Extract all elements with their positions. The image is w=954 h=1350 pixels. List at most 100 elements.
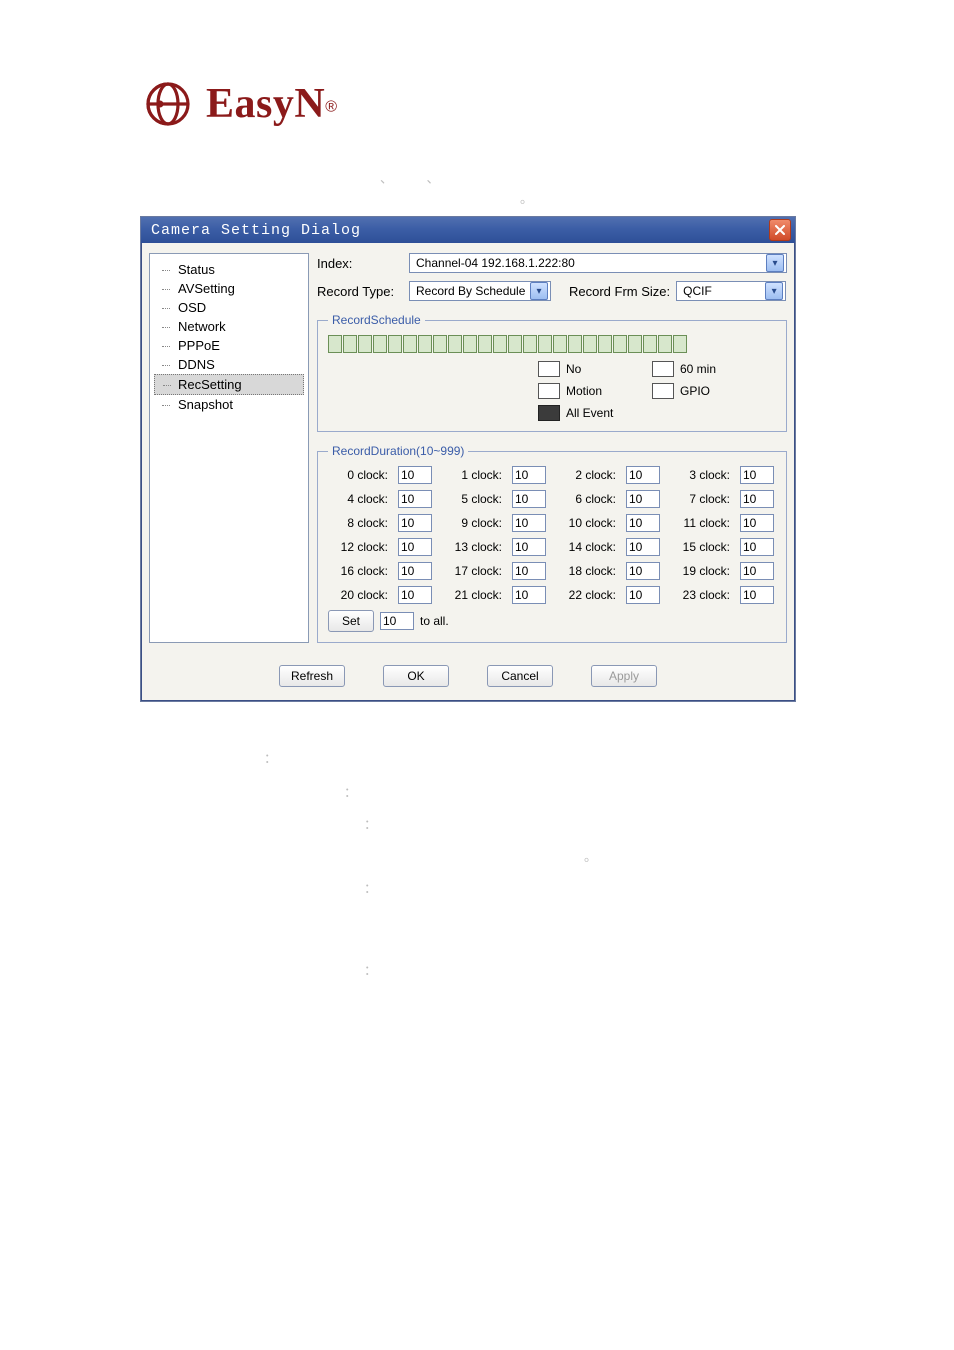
tree-item-pppoe[interactable]: PPPoE	[154, 336, 304, 355]
cancel-button[interactable]: Cancel	[487, 665, 553, 687]
legend-gpio: GPIO	[680, 384, 740, 398]
duration-label: 22 clock:	[556, 588, 618, 602]
schedule-cell[interactable]	[448, 335, 462, 353]
chevron-down-icon: ▾	[766, 254, 784, 272]
schedule-cell[interactable]	[583, 335, 597, 353]
record-frm-size-combo[interactable]: QCIF ▾	[676, 281, 786, 301]
schedule-cell[interactable]	[523, 335, 537, 353]
duration-label: 17 clock:	[442, 564, 504, 578]
schedule-cells[interactable]	[328, 335, 776, 353]
tree-item-network[interactable]: Network	[154, 317, 304, 336]
schedule-cell[interactable]	[658, 335, 672, 353]
record-frm-size-value: QCIF	[683, 284, 761, 298]
duration-input[interactable]	[740, 466, 774, 484]
duration-label: 10 clock:	[556, 516, 618, 530]
duration-label: 2 clock:	[556, 468, 618, 482]
duration-label: 20 clock:	[328, 588, 390, 602]
logo-text: EasyN	[206, 81, 325, 127]
duration-input[interactable]	[512, 514, 546, 532]
dialog-title: Camera Setting Dialog	[151, 222, 361, 239]
schedule-cell[interactable]	[388, 335, 402, 353]
duration-label: 11 clock:	[670, 516, 732, 530]
schedule-cell[interactable]	[643, 335, 657, 353]
duration-input[interactable]	[398, 514, 432, 532]
index-label: Index:	[317, 256, 403, 271]
duration-label: 18 clock:	[556, 564, 618, 578]
duration-input[interactable]	[626, 466, 660, 484]
schedule-cell[interactable]	[328, 335, 342, 353]
duration-input[interactable]	[626, 562, 660, 580]
duration-input[interactable]	[512, 586, 546, 604]
tree-item-osd[interactable]: OSD	[154, 298, 304, 317]
duration-input[interactable]	[512, 466, 546, 484]
index-value: Channel-04 192.168.1.222:80	[416, 256, 762, 270]
duration-input[interactable]	[512, 538, 546, 556]
schedule-legend: No 60 min Motion GPIO All Event	[538, 361, 776, 421]
duration-label: 12 clock:	[328, 540, 390, 554]
dialog-button-row: Refresh OK Cancel Apply	[141, 653, 795, 701]
record-duration-legend: RecordDuration(10~999)	[328, 444, 468, 458]
tree-item-snapshot[interactable]: Snapshot	[154, 395, 304, 414]
duration-input[interactable]	[740, 562, 774, 580]
record-schedule-legend: RecordSchedule	[328, 313, 425, 327]
legend-swatch-motion	[538, 383, 560, 399]
legend-motion: Motion	[566, 384, 646, 398]
duration-input[interactable]	[398, 562, 432, 580]
close-button[interactable]	[769, 219, 791, 241]
brand-logo: EasyN®	[140, 80, 814, 128]
duration-input[interactable]	[512, 490, 546, 508]
duration-input[interactable]	[398, 586, 432, 604]
refresh-button[interactable]: Refresh	[279, 665, 345, 687]
duration-input[interactable]	[740, 490, 774, 508]
to-all-label: to all.	[420, 614, 449, 628]
schedule-cell[interactable]	[508, 335, 522, 353]
set-all-button[interactable]: Set	[328, 610, 374, 632]
duration-label: 15 clock:	[670, 540, 732, 554]
tree-item-recsetting[interactable]: RecSetting	[154, 374, 304, 395]
schedule-cell[interactable]	[598, 335, 612, 353]
record-duration-group: RecordDuration(10~999) 0 clock:1 clock:2…	[317, 444, 787, 643]
schedule-cell[interactable]	[343, 335, 357, 353]
record-type-value: Record By Schedule	[416, 284, 526, 298]
schedule-cell[interactable]	[403, 335, 417, 353]
schedule-cell[interactable]	[673, 335, 687, 353]
schedule-cell[interactable]	[493, 335, 507, 353]
duration-input[interactable]	[512, 562, 546, 580]
duration-input[interactable]	[740, 538, 774, 556]
duration-input[interactable]	[626, 586, 660, 604]
tree-item-avsetting[interactable]: AVSetting	[154, 279, 304, 298]
duration-input[interactable]	[626, 490, 660, 508]
schedule-cell[interactable]	[628, 335, 642, 353]
duration-input[interactable]	[626, 514, 660, 532]
duration-label: 23 clock:	[670, 588, 732, 602]
logo-icon	[140, 80, 196, 128]
duration-input[interactable]	[740, 514, 774, 532]
duration-input[interactable]	[626, 538, 660, 556]
schedule-cell[interactable]	[418, 335, 432, 353]
set-all-value[interactable]	[380, 612, 414, 630]
duration-label: 19 clock:	[670, 564, 732, 578]
schedule-cell[interactable]	[433, 335, 447, 353]
schedule-cell[interactable]	[613, 335, 627, 353]
duration-label: 21 clock:	[442, 588, 504, 602]
record-type-combo[interactable]: Record By Schedule ▾	[409, 281, 551, 301]
ok-button[interactable]: OK	[383, 665, 449, 687]
legend-swatch-allevent	[538, 405, 560, 421]
duration-input[interactable]	[398, 490, 432, 508]
description-area: ： ： ： 。 ： ：	[140, 742, 814, 986]
duration-input[interactable]	[740, 586, 774, 604]
schedule-cell[interactable]	[358, 335, 372, 353]
duration-label: 3 clock:	[670, 468, 732, 482]
tree-item-status[interactable]: Status	[154, 260, 304, 279]
schedule-cell[interactable]	[463, 335, 477, 353]
schedule-cell[interactable]	[553, 335, 567, 353]
duration-input[interactable]	[398, 466, 432, 484]
duration-label: 16 clock:	[328, 564, 390, 578]
duration-input[interactable]	[398, 538, 432, 556]
tree-item-ddns[interactable]: DDNS	[154, 355, 304, 374]
schedule-cell[interactable]	[568, 335, 582, 353]
index-combo[interactable]: Channel-04 192.168.1.222:80 ▾	[409, 253, 787, 273]
schedule-cell[interactable]	[538, 335, 552, 353]
schedule-cell[interactable]	[478, 335, 492, 353]
schedule-cell[interactable]	[373, 335, 387, 353]
